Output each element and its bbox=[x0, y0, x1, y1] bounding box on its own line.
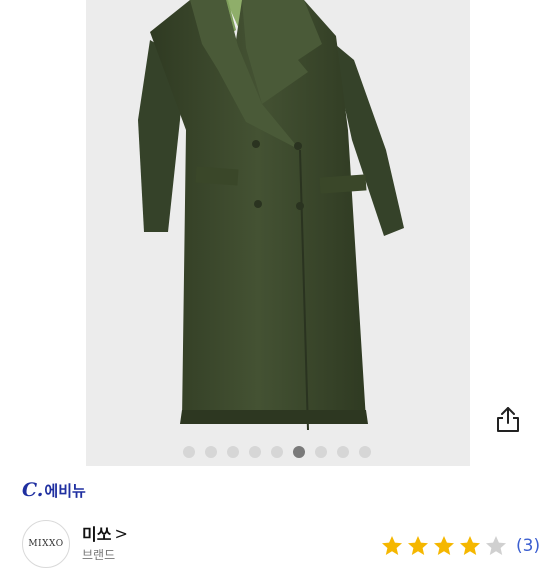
star-filled-icon bbox=[408, 536, 428, 555]
product-image[interactable] bbox=[86, 0, 470, 446]
pagination-dot[interactable] bbox=[359, 446, 371, 458]
share-icon bbox=[497, 407, 519, 432]
rating-link[interactable]: (3) bbox=[380, 534, 540, 558]
seller-subtitle: 브랜드 bbox=[82, 548, 116, 562]
review-count: (3) bbox=[516, 536, 541, 556]
star-empty-icon bbox=[486, 536, 506, 555]
pagination-dot[interactable] bbox=[293, 446, 305, 458]
image-pagination[interactable] bbox=[0, 446, 554, 460]
pagination-dot[interactable] bbox=[183, 446, 195, 458]
star-filled-icon bbox=[460, 536, 480, 555]
star-filled-icon bbox=[382, 536, 402, 555]
star-filled-icon bbox=[434, 536, 454, 555]
pagination-dot[interactable] bbox=[271, 446, 283, 458]
pagination-dot[interactable] bbox=[227, 446, 239, 458]
seller-name: 미쏘 bbox=[82, 525, 112, 544]
share-button[interactable] bbox=[494, 404, 522, 434]
seller-avatar[interactable]: MIXXO bbox=[22, 520, 70, 568]
star-rating bbox=[380, 534, 510, 558]
chevron-right-icon: > bbox=[114, 523, 128, 543]
pagination-dot[interactable] bbox=[205, 446, 217, 458]
pagination-dot[interactable] bbox=[315, 446, 327, 458]
brand-logo-text: 에비뉴 bbox=[44, 482, 86, 500]
pagination-dot[interactable] bbox=[249, 446, 261, 458]
seller-name-link[interactable]: 미쏘 > bbox=[82, 521, 128, 545]
seller-avatar-text: MIXXO bbox=[28, 539, 64, 549]
brand-logo-letter: C. bbox=[22, 479, 44, 501]
product-image-gallery[interactable] bbox=[0, 0, 554, 466]
pagination-dot[interactable] bbox=[337, 446, 349, 458]
brand-logo-link[interactable]: C. 에비뉴 bbox=[22, 479, 86, 501]
